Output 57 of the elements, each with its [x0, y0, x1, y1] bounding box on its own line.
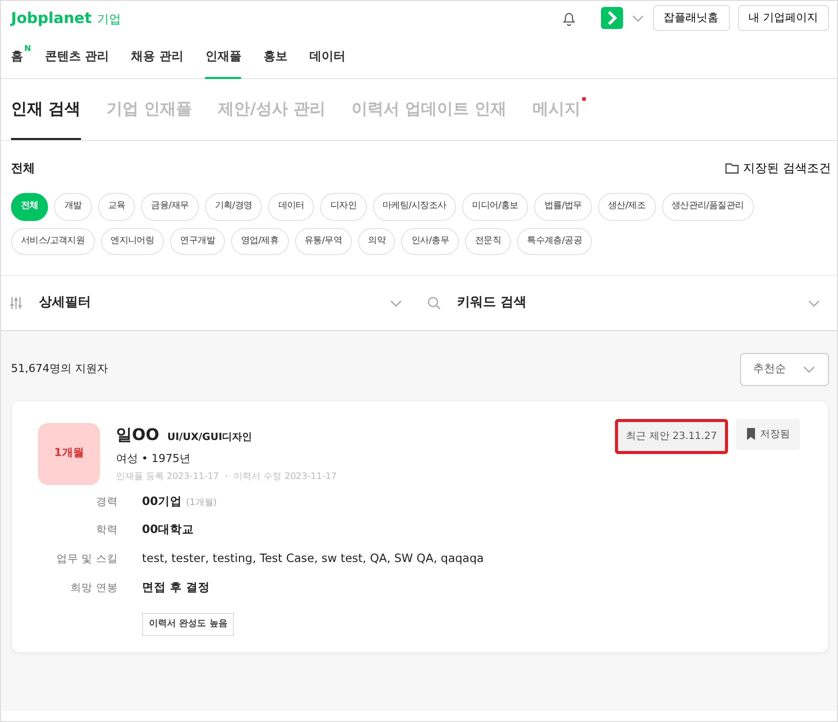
nav-tab[interactable]: 인재풀 — [205, 35, 242, 79]
field-label: 업무 및 스킬 — [55, 552, 118, 567]
sub-tab[interactable]: 인재 검색 — [11, 79, 81, 140]
candidate-name[interactable]: 일OO — [116, 422, 160, 446]
nav-tab[interactable]: 콘텐츠 관리 — [45, 35, 110, 79]
field-value: 00기업 — [142, 492, 182, 510]
field-value: test, tester, testing, Test Case, sw test, QA, SW QA, qaqaqa — [142, 550, 484, 567]
nav-tab[interactable]: 홍보 — [263, 35, 288, 79]
recent-offer-button[interactable]: 최근 제안 23.11.27 — [615, 418, 728, 454]
header-button[interactable]: 내 기업페이지 — [738, 4, 829, 32]
field-label: 희망 연봉 — [70, 580, 118, 596]
field-value: 00대학교 — [142, 521, 194, 538]
field-label: 경력 — [95, 494, 118, 510]
save-button[interactable]: 저장됨 — [736, 418, 800, 450]
bell-icon[interactable] — [560, 10, 576, 26]
category-chip[interactable]: 의약 — [358, 228, 396, 255]
nav-tab[interactable]: 채용 관리 — [131, 35, 184, 79]
category-chip[interactable]: 생산/제조 — [598, 193, 656, 220]
sliders-icon — [9, 296, 23, 310]
category-chip[interactable]: 유통/무역 — [294, 228, 352, 255]
resume-badge: 이력서 완성도 높음 — [142, 612, 234, 636]
category-chip[interactable]: 개발 — [54, 193, 92, 220]
section-title: 전체 — [11, 160, 35, 177]
category-chip[interactable]: 마케팅/시장조사 — [372, 193, 456, 220]
category-chip[interactable]: 엔지니어링 — [100, 228, 164, 255]
field-note: (1개월) — [186, 496, 217, 510]
detail-filter-dropdown[interactable]: 상세필터 — [1, 276, 419, 330]
saved-search-link[interactable]: 지장된 검색조건 — [725, 159, 831, 177]
category-chip[interactable]: 서비스/고객지원 — [11, 228, 95, 255]
category-chip[interactable]: 금융/재무 — [141, 193, 199, 220]
nav-tab[interactable]: 데이터 — [309, 35, 346, 79]
category-chip[interactable]: 인사/총무 — [401, 228, 460, 255]
category-chip[interactable]: 영업/제휴 — [230, 228, 289, 255]
period-tag: 1개월 — [38, 422, 100, 484]
keyword-search-field[interactable]: 키워드 검색 — [419, 276, 837, 330]
category-chip[interactable]: 미디어/홍보 — [462, 193, 528, 220]
category-chip[interactable]: 기획/경영 — [204, 193, 262, 220]
candidate-profile: 여성 • 1975년 — [116, 450, 192, 466]
company-logo-icon[interactable] — [600, 7, 622, 29]
folder-icon — [725, 161, 740, 175]
category-chip[interactable]: 교육 — [98, 193, 136, 220]
category-chip[interactable]: 디자인 — [320, 193, 367, 220]
category-chip[interactable]: 데이터 — [268, 193, 314, 220]
category-chip[interactable]: 특수계층/공공 — [517, 228, 592, 255]
category-chip[interactable]: 연구개발 — [170, 228, 225, 255]
category-chip[interactable]: 생산관리/품질관리 — [662, 193, 754, 220]
category-chip[interactable]: 법률/법무 — [534, 193, 592, 220]
header-button[interactable]: 잡플래닛홈 — [652, 4, 730, 32]
new-label: N — [24, 43, 31, 55]
sort-dropdown[interactable]: 추천순 — [740, 353, 829, 386]
job-title: UI/UX/GUI디자인 — [167, 430, 252, 444]
dates-text: 인재풀 등록 2023-11-17 ・ 이력서 수정 2023-11-17 — [116, 471, 338, 484]
category-chip[interactable]: 전문직 — [465, 228, 512, 255]
field-label: 학력 — [95, 523, 118, 538]
search-icon — [427, 296, 441, 310]
result-count: 51,674명의 지원자 — [11, 361, 108, 377]
field-value: 면접 후 결정 — [142, 578, 210, 596]
